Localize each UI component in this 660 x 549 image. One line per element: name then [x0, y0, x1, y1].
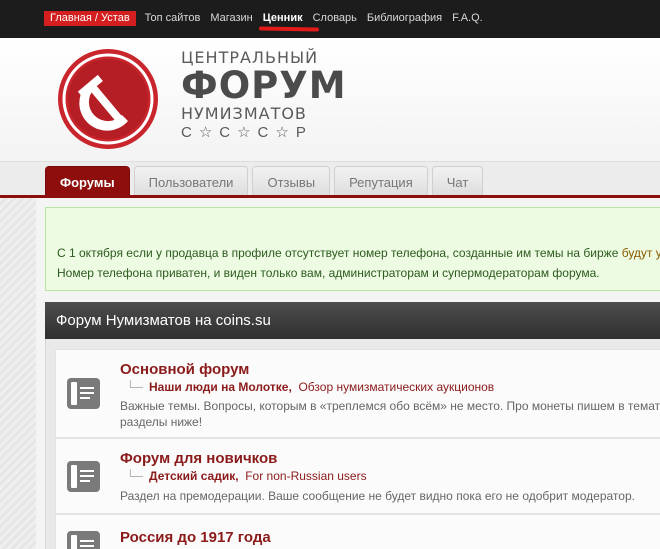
forum-description-main-line-2: разделы ниже!: [120, 415, 203, 429]
forum-row-newbies[interactable]: Форум для новичков └─ Детский садик, For …: [55, 438, 660, 514]
site-header: ЦЕНТРАЛЬНЫЙ ФОРУМ НУМИЗМАТОВ С☆С☆С☆Р: [0, 38, 660, 161]
nav-shop[interactable]: Магазин: [205, 11, 257, 26]
forum-title-newbies[interactable]: Форум для новичков: [120, 450, 277, 467]
subforum-branch-icon: └─: [126, 380, 144, 394]
forum-folder-icon: [67, 531, 100, 549]
nav-faq[interactable]: F.A.Q.: [447, 11, 488, 26]
forum-row-main[interactable]: Основной форум └─ Наши люди на Молотке, О…: [55, 349, 660, 438]
subforums-main: └─ Наши люди на Молотке, Обзор нумизматич…: [126, 380, 494, 394]
nav-dictionary[interactable]: Словарь: [308, 11, 362, 26]
nav-top-sites[interactable]: Топ сайтов: [140, 11, 206, 26]
subforum-link-non-russian[interactable]: For non-Russian users: [245, 469, 366, 483]
hammer-sickle-logo-icon[interactable]: [56, 47, 160, 151]
forum-folder-icon: [67, 378, 100, 409]
nav-bibliography[interactable]: Библиография: [362, 11, 447, 26]
forum-description-newbies: Раздел на премодерации. Ваше сообщение н…: [120, 488, 635, 504]
notice-line-1-text: С 1 октября если у продавца в профиле от…: [57, 246, 622, 260]
subforums-newbies: └─ Детский садик, For non-Russian users: [126, 469, 367, 483]
subforum-link-auctions[interactable]: Обзор нумизматических аукционов: [298, 380, 494, 394]
tab-forums[interactable]: Форумы: [45, 166, 130, 198]
logo-line-ussr: С☆С☆С☆Р: [181, 124, 313, 141]
tab-reputation[interactable]: Репутация: [334, 166, 428, 198]
subforum-link-molotok[interactable]: Наши люди на Молотке,: [149, 380, 292, 394]
forum-folder-icon: [67, 461, 100, 492]
top-nav-links: Главная / Устав Топ сайтов Магазин Ценни…: [44, 11, 488, 26]
nav-home-rules[interactable]: Главная / Устав: [44, 11, 136, 26]
tab-chat[interactable]: Чат: [431, 166, 484, 198]
forum-description-newbies-line-1: Раздел на премодерации. Ваше сообщение н…: [120, 489, 635, 503]
red-underline-annotation: [258, 26, 320, 32]
forum-description-main-line-1: Важные темы. Вопросы, которым в «треплем…: [120, 399, 660, 413]
subforum-branch-icon: └─: [126, 469, 144, 483]
main-tabs-row: Форумы Пользователи Отзывы Репутация Чат: [0, 161, 660, 198]
nav-price-list[interactable]: Ценник: [258, 11, 308, 26]
phone-notice-banner: С 1 октября если у продавца в профиле от…: [45, 207, 660, 291]
top-navigation-bar: Главная / Устав Топ сайтов Магазин Ценни…: [0, 0, 660, 38]
left-stripe-decoration: [0, 198, 36, 549]
forum-title-main[interactable]: Основной форум: [120, 361, 249, 378]
tab-users[interactable]: Пользователи: [133, 166, 249, 198]
forum-title-russia-1917[interactable]: Россия до 1917 года: [120, 529, 271, 546]
notice-line-2: Номер телефона приватен, и виден только …: [57, 266, 600, 280]
logo-wordmark: ЦЕНТРАЛЬНЫЙ ФОРУМ НУМИЗМАТОВ С☆С☆С☆Р: [181, 49, 347, 143]
notice-line-1-tail: будут у: [621, 246, 660, 260]
subforum-link-kindergarten[interactable]: Детский садик,: [149, 469, 239, 483]
forum-description-main: Важные темы. Вопросы, которым в «треплем…: [120, 398, 660, 430]
logo-line-forum: ФОРУМ: [181, 64, 347, 107]
notice-line-1: С 1 октября если у продавца в профиле от…: [57, 243, 660, 263]
main-tabs: Форумы Пользователи Отзывы Репутация Чат: [45, 166, 484, 198]
forum-section-header[interactable]: Форум Нумизматов на coins.su: [45, 302, 660, 339]
logo-line-numismatists: НУМИЗМАТОВ: [181, 104, 307, 123]
forum-row-russia-1917[interactable]: Россия до 1917 года: [55, 514, 660, 549]
tab-reviews[interactable]: Отзывы: [252, 166, 331, 198]
